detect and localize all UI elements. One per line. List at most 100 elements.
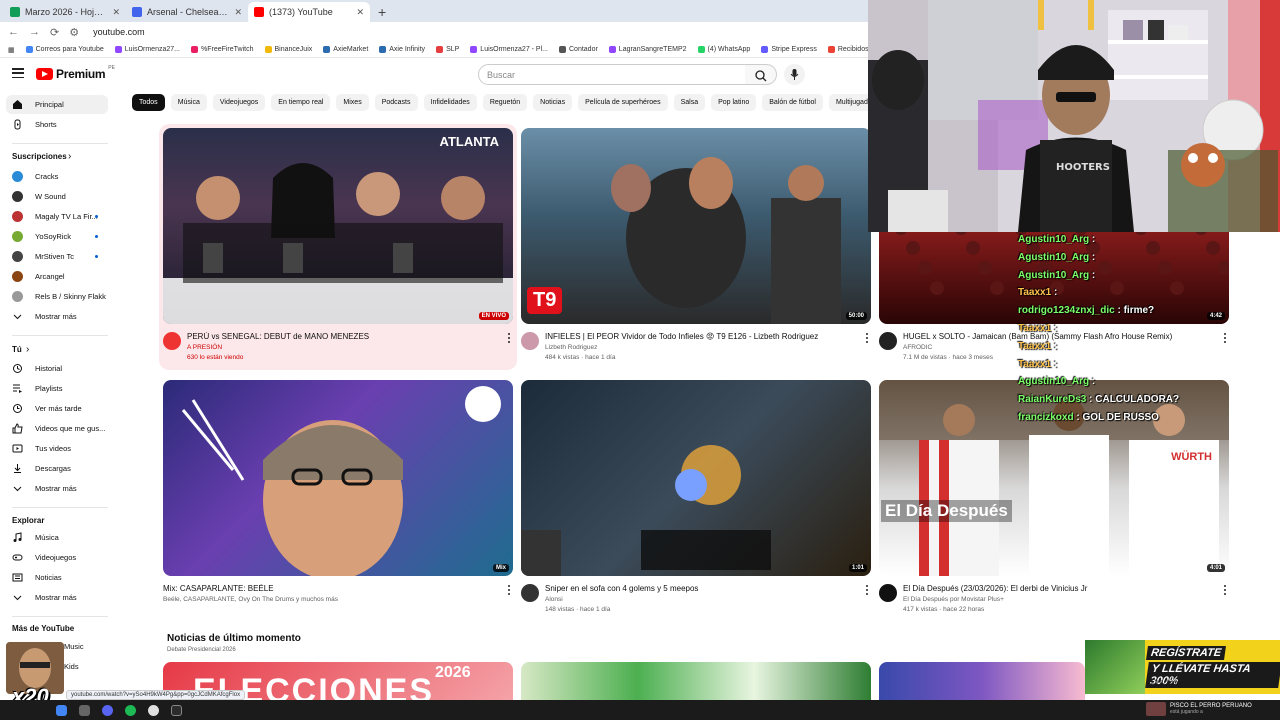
more-options-icon[interactable] bbox=[1224, 585, 1227, 595]
sidebar-item[interactable]: Shorts bbox=[6, 115, 108, 134]
filter-chip[interactable]: Multijugador en l bbox=[828, 94, 868, 111]
filter-chip[interactable]: Pop latino bbox=[711, 94, 757, 111]
video-thumbnail[interactable]: 1:01 bbox=[521, 380, 871, 576]
channel-name[interactable]: A PRESIÓN bbox=[187, 344, 222, 351]
bookmark-item[interactable]: BinanceJuix bbox=[264, 46, 312, 53]
channel-avatar[interactable] bbox=[879, 332, 897, 350]
close-tab-icon[interactable]: ✕ bbox=[234, 7, 242, 18]
sidebar-item[interactable]: MrStiven Tc bbox=[6, 247, 108, 266]
video-title[interactable]: Mix: CASAPARLANTE: BEÉLE bbox=[163, 584, 473, 593]
filter-chip[interactable]: Música bbox=[170, 94, 207, 111]
more-options-icon[interactable] bbox=[866, 585, 869, 595]
more-options-icon[interactable] bbox=[508, 585, 511, 595]
forward-icon[interactable]: → bbox=[29, 26, 40, 38]
url-field[interactable]: youtube.com bbox=[93, 27, 145, 37]
video-title[interactable]: El Día Después (23/03/2026): El derbi de… bbox=[903, 584, 1213, 593]
bookmark-item[interactable]: %FreeFireTwitch bbox=[190, 46, 254, 53]
filter-chip[interactable]: Película de superhéroes bbox=[578, 94, 668, 111]
sidebar-item[interactable]: Música bbox=[6, 528, 108, 547]
bookmark-item[interactable]: LagranSangreTEMP2 bbox=[608, 46, 687, 53]
browser-tab[interactable]: Arsenal - Chelsea FC en vivo, ✕ bbox=[126, 2, 248, 22]
sidebar-item[interactable]: Magaly TV La Fir... bbox=[6, 207, 108, 226]
sidebar-item[interactable]: Principal bbox=[6, 95, 108, 114]
sidebar-item[interactable]: Noticias bbox=[6, 568, 108, 587]
video-title[interactable]: Sniper en el sofa con 4 golems y 5 meepo… bbox=[545, 584, 855, 593]
browser-tab[interactable]: (1373) YouTube ✕ bbox=[248, 2, 370, 22]
site-info-icon[interactable]: ⚙ bbox=[69, 26, 79, 39]
news-thumb-2[interactable] bbox=[521, 662, 871, 702]
channel-name[interactable]: Beéle, CASAPARLANTE, Ovy On The Drums y … bbox=[163, 596, 338, 603]
sidebar-item[interactable]: W Sound bbox=[6, 187, 108, 206]
apps-icon[interactable]: ▦ bbox=[8, 46, 15, 54]
filter-chip[interactable]: Mixes bbox=[336, 94, 369, 111]
video-thumbnail[interactable]: ATLANTA EN VIVO bbox=[163, 128, 513, 324]
bookmark-item[interactable]: Correos para Youtube bbox=[25, 46, 104, 53]
sidebar-item[interactable]: Videos que me gus... bbox=[6, 419, 108, 438]
bookmark-item[interactable]: Axie Infinity bbox=[379, 46, 425, 53]
menu-icon[interactable] bbox=[12, 68, 24, 78]
video-title[interactable]: PERÚ vs SENEGAL: DEBUT de MANO MENEZES bbox=[187, 332, 497, 341]
sidebar-item[interactable]: Kids bbox=[64, 662, 79, 671]
bookmark-item[interactable]: Contador bbox=[559, 46, 598, 53]
discord-taskbar-icon[interactable] bbox=[102, 704, 113, 716]
explore-heading[interactable]: Explorar bbox=[12, 516, 44, 525]
new-tab-button[interactable]: + bbox=[370, 2, 394, 22]
sidebar-item[interactable]: Mostrar más bbox=[6, 307, 108, 326]
youtube-logo[interactable]: Premium PE bbox=[36, 65, 115, 81]
you-heading[interactable]: Tú bbox=[12, 345, 22, 354]
reload-icon[interactable]: ⟳ bbox=[50, 26, 59, 39]
sidebar-item[interactable]: Historial bbox=[6, 359, 108, 378]
filter-chip[interactable]: Videojuegos bbox=[212, 94, 266, 111]
channel-avatar[interactable] bbox=[879, 584, 897, 602]
channel-name[interactable]: El Día Después por Movistar Plus+ bbox=[903, 596, 1004, 603]
sidebar-item[interactable]: Arcangel bbox=[6, 267, 108, 286]
video-thumbnail[interactable]: Mix bbox=[163, 380, 513, 576]
bookmark-item[interactable]: AxieMarket bbox=[323, 46, 368, 53]
sidebar-item[interactable]: Playlists bbox=[6, 379, 108, 398]
channel-name[interactable]: Lizbeth Rodriguez bbox=[545, 344, 597, 351]
filter-chip[interactable]: Reguetón bbox=[482, 94, 528, 111]
sidebar-item[interactable]: Music bbox=[64, 642, 84, 651]
spotify-taskbar-icon[interactable] bbox=[125, 704, 136, 716]
bookmark-item[interactable]: Stripe Express bbox=[761, 46, 817, 53]
back-icon[interactable]: ← bbox=[8, 26, 19, 38]
subscriptions-heading[interactable]: Suscripciones bbox=[12, 152, 67, 161]
sidebar-item[interactable]: Cracks bbox=[6, 167, 108, 186]
filter-chip[interactable]: En tiempo real bbox=[271, 94, 331, 111]
bookmark-item[interactable]: SLP bbox=[436, 46, 459, 53]
channel-avatar[interactable] bbox=[521, 584, 539, 602]
sidebar-item[interactable]: Videojuegos bbox=[6, 548, 108, 567]
more-options-icon[interactable] bbox=[508, 333, 511, 343]
sidebar-item[interactable]: Tus videos bbox=[6, 439, 108, 458]
sidebar-item[interactable]: Ver más tarde bbox=[6, 399, 108, 418]
bookmark-item[interactable]: (4) WhatsApp bbox=[697, 46, 750, 53]
browser-tab[interactable]: Marzo 2026 - Hojas de cálculo ✕ bbox=[4, 2, 126, 22]
bookmark-item[interactable]: LuisOrmenza27 - Pl... bbox=[470, 46, 548, 53]
bookmark-item[interactable]: LuisOrmenza27... bbox=[114, 46, 180, 53]
sidebar-item[interactable]: YoSoyRick bbox=[6, 227, 108, 246]
voice-search-button[interactable] bbox=[784, 64, 805, 85]
search-input[interactable]: Buscar bbox=[478, 64, 746, 85]
video-thumbnail[interactable]: T9 50:00 bbox=[521, 128, 871, 324]
steam-taskbar-icon[interactable] bbox=[171, 704, 182, 716]
channel-name[interactable]: Alonsi bbox=[545, 596, 563, 603]
search-button[interactable] bbox=[745, 64, 777, 85]
channel-name[interactable]: AFRODIC bbox=[903, 344, 932, 351]
now-playing-widget[interactable]: PISCO EL PERRO PERUANO está jugando a bbox=[1146, 702, 1252, 716]
close-tab-icon[interactable]: ✕ bbox=[356, 7, 364, 18]
more-options-icon[interactable] bbox=[866, 333, 869, 343]
filter-chip[interactable]: Podcasts bbox=[374, 94, 418, 111]
channel-avatar[interactable] bbox=[521, 332, 539, 350]
sidebar-item[interactable]: Mostrar más bbox=[6, 588, 108, 607]
news-thumb-3[interactable] bbox=[879, 662, 1085, 702]
app-taskbar-icon[interactable] bbox=[79, 704, 90, 716]
sidebar-item[interactable]: Rels B / Skinny Flakk bbox=[6, 287, 108, 306]
channel-avatar[interactable] bbox=[163, 332, 181, 350]
close-tab-icon[interactable]: ✕ bbox=[112, 7, 120, 18]
sidebar-item[interactable]: Descargas bbox=[6, 459, 108, 478]
obs-taskbar-icon[interactable] bbox=[148, 704, 159, 716]
filter-chip[interactable]: Salsa bbox=[673, 94, 706, 111]
filter-chip[interactable]: Infidelidades bbox=[423, 94, 477, 111]
more-from-youtube-heading[interactable]: Más de YouTube bbox=[12, 624, 74, 633]
filter-chip[interactable]: Balón de fútbol bbox=[762, 94, 823, 111]
